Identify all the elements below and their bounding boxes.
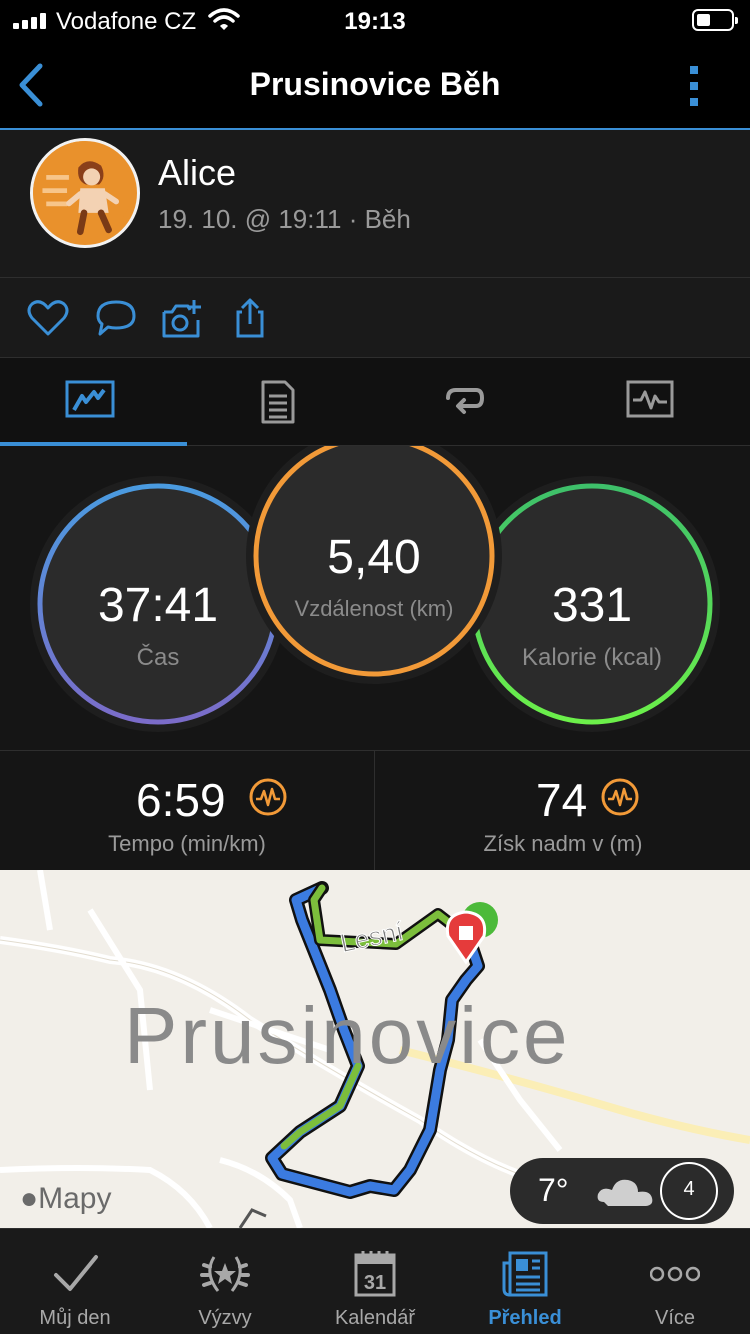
elevation-value: 74 <box>536 774 588 826</box>
laurel-trophy-icon <box>200 1256 250 1292</box>
metrics-divider <box>374 751 375 871</box>
bottom-tab-bar: Můj den Výzvy 31 Kalendář Přehled Více <box>0 1228 750 1334</box>
distance-value: 5,40 <box>327 531 421 584</box>
like-heart-icon[interactable] <box>26 296 70 340</box>
document-list-icon <box>261 380 295 424</box>
wind-compass-icon: 4 <box>660 1162 718 1220</box>
weather-badge[interactable]: 7° 4 <box>510 1158 734 1224</box>
clock: 19:13 <box>344 8 406 35</box>
maps-attribution: ●Mapy <box>20 1182 112 1215</box>
nav-challenges-label: Výzvy <box>198 1307 252 1329</box>
add-photo-icon[interactable] <box>160 296 204 340</box>
nav-overview-label: Přehled <box>488 1307 562 1329</box>
nav-calendar-label: Kalendář <box>334 1307 416 1329</box>
summary-stats: 37:41 Čas 5,40 Vzdálenost (km) 331 Kalor… <box>0 446 750 750</box>
social-actions <box>0 278 750 358</box>
activity-meta: 19. 10. @ 19:11 · Běh <box>158 204 411 234</box>
navigation-bar: Prusinovice Běh <box>0 42 750 130</box>
nav-my-day-label: Můj den <box>39 1307 111 1329</box>
calendar-day-number: 31 <box>364 1272 386 1294</box>
elevation-chart-icon[interactable] <box>600 777 640 817</box>
time-value: 37:41 <box>97 579 219 632</box>
comment-icon[interactable] <box>94 296 138 340</box>
heart-rate-chart-icon <box>626 380 674 418</box>
more-vertical-icon[interactable] <box>684 64 704 108</box>
battery-icon <box>692 9 738 31</box>
checkmark-icon <box>54 1255 98 1291</box>
map-town-label: Prusinovice <box>124 991 571 1080</box>
calendar-icon: 31 <box>354 1251 396 1297</box>
nav-challenges[interactable]: Výzvy <box>150 1229 300 1334</box>
nav-calendar[interactable]: 31 Kalendář <box>300 1229 450 1334</box>
cloud-icon <box>597 1179 653 1206</box>
repeat-loop-icon <box>446 388 485 414</box>
share-icon[interactable] <box>228 296 272 340</box>
runner-avatar-icon <box>33 141 132 240</box>
calories-label: Kalorie (kcal) <box>521 644 663 671</box>
weather-temperature: 7° <box>538 1172 569 1208</box>
secondary-metrics: 6:59 Tempo (min/km) 74 Získ nadm v (m) <box>0 750 750 871</box>
calories-value: 331 <box>551 579 633 632</box>
distance-label: Vzdálenost (km) <box>294 596 454 621</box>
pace-label: Tempo (min/km) <box>108 831 266 856</box>
page-title: Prusinovice Běh <box>249 66 501 102</box>
tab-overview[interactable] <box>0 358 187 446</box>
wind-speed: 4 <box>683 1178 695 1200</box>
elevation-label: Získ nadm v (m) <box>483 831 643 856</box>
apple-logo-icon: ● <box>20 1182 39 1215</box>
status-bar: Vodafone CZ 19:13 <box>0 0 750 42</box>
pace-chart-icon[interactable] <box>248 777 288 817</box>
tab-charts[interactable] <box>561 358 748 446</box>
nav-more-label: Více <box>654 1307 696 1329</box>
more-dots-icon <box>650 1266 700 1282</box>
pace-value: 6:59 <box>136 774 226 826</box>
route-map[interactable]: Prusinovice Lesní ●Mapy 7° 4 <box>0 870 750 1228</box>
avatar[interactable] <box>30 138 140 248</box>
nav-my-day[interactable]: Můj den <box>0 1229 150 1334</box>
tab-stats[interactable] <box>187 358 374 446</box>
time-label: Čas <box>136 644 180 671</box>
nav-overview[interactable]: Přehled <box>450 1229 600 1334</box>
newsfeed-icon <box>502 1251 548 1297</box>
nav-more[interactable]: Více <box>600 1229 750 1334</box>
tab-laps[interactable] <box>374 358 561 446</box>
activity-tabs <box>0 358 750 446</box>
overview-chart-icon <box>65 380 115 418</box>
activity-header: Alice 19. 10. @ 19:11 · Běh <box>0 130 750 278</box>
user-name: Alice <box>158 152 237 193</box>
